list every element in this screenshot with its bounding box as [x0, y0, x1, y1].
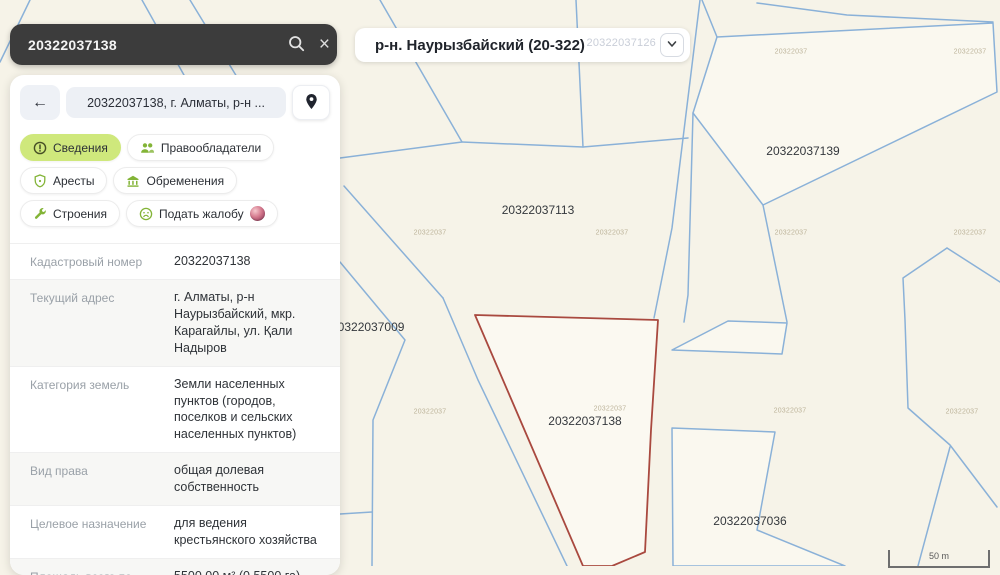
detail-label: Текущий адрес	[30, 291, 115, 306]
detail-value: для ведения крестьянского хозяйства	[174, 515, 317, 547]
district-dropdown-button[interactable]	[660, 33, 684, 57]
search-bar: ×	[10, 24, 337, 65]
tab-obremeneniya[interactable]: Обременения	[113, 167, 238, 194]
parcel-minor-label: 20322037	[945, 408, 979, 416]
detail-value: общая долевая собственность	[174, 463, 265, 495]
detail-label: Вид права	[30, 464, 88, 479]
table-row: Целевое назначение для ведения крестьянс…	[10, 504, 340, 558]
parcel-minor-label: 20322037	[953, 229, 987, 237]
table-row: Текущий адрес г. Алматы, р-н Наурызбайск…	[10, 279, 340, 366]
tab-label: Правообладатели	[160, 140, 262, 155]
parcel-label: 20322037139	[766, 144, 840, 158]
tab-svedeniya[interactable]: Сведения	[20, 134, 121, 161]
location-pin-icon	[304, 93, 319, 113]
tab-aresty[interactable]: Аресты	[20, 167, 108, 194]
chevron-down-icon	[666, 38, 678, 53]
users-icon	[140, 141, 155, 155]
table-row: Вид права общая долевая собственность	[10, 452, 340, 505]
sad-face-icon	[139, 207, 153, 221]
address-pill[interactable]: 20322037138, г. Алматы, р-н ...	[66, 87, 286, 118]
clear-search-button[interactable]: ×	[319, 35, 330, 54]
search-input[interactable]	[10, 36, 281, 53]
detail-label: Целевое назначение	[30, 516, 147, 531]
table-row: Площадь всего по документам 5500.00 м² (…	[10, 557, 340, 575]
parcel-minor-label: 20322037	[774, 48, 808, 56]
back-button[interactable]: ←	[20, 85, 60, 120]
detail-label: Категория земель	[30, 377, 130, 392]
map-scale-bar: 50 m	[888, 550, 990, 568]
tab-pravoobladateli[interactable]: Правообладатели	[126, 134, 275, 161]
parcel-minor-label: 20322037	[413, 229, 447, 237]
parcel-minor-label: 20322037	[774, 229, 808, 237]
bank-icon	[126, 174, 140, 188]
parcel-minor-label: 20322037	[593, 405, 627, 413]
tab-stroeniya[interactable]: Строения	[20, 200, 121, 227]
info-icon	[33, 141, 47, 155]
close-icon: ×	[318, 34, 330, 55]
locate-on-map-button[interactable]	[292, 85, 330, 120]
tab-podat-zhalobu[interactable]: Подать жалобу	[126, 200, 278, 227]
table-row: Категория земель Земли населенных пункто…	[10, 365, 340, 453]
tab-label: Обременения	[146, 173, 225, 188]
parcel-minor-label: 20322037	[595, 229, 629, 237]
parcel-label: 20322037009	[331, 320, 405, 334]
wrench-icon	[33, 207, 47, 221]
detail-value: Земли населенных пунктов (городов, посел…	[174, 376, 297, 442]
parcel-details-panel: ← 20322037138, г. Алматы, р-н ... Сведен…	[10, 75, 340, 575]
tab-label: Аресты	[53, 173, 95, 188]
map-scale-label: 50 m	[928, 551, 949, 561]
search-icon	[288, 35, 305, 55]
shield-icon	[33, 173, 47, 188]
parcel-minor-label: 20322037	[773, 407, 807, 415]
parcel-tabs: Сведения Правообладатели Аресты Обремене…	[20, 134, 332, 227]
parcel-minor-label: 20322037	[953, 48, 987, 56]
parcel-label: 20322037036	[713, 514, 787, 528]
tab-label: Строения	[53, 206, 108, 221]
pleading-emoji-icon	[249, 206, 265, 221]
tab-label: Сведения	[53, 140, 108, 155]
back-arrow-icon: ←	[32, 93, 48, 111]
parcel-details-table: Кадастровый номер 20322037138 Текущий ад…	[10, 243, 340, 575]
parcel-label: 20322037113	[501, 203, 575, 217]
table-row: Кадастровый номер 20322037138	[10, 243, 340, 279]
detail-value: 5500.00 м² (0.5500 га)	[174, 568, 322, 575]
tab-label: Подать жалобу	[159, 206, 244, 221]
district-name: р-н. Наурызбайский (20-322)	[375, 36, 585, 54]
district-select[interactable]: р-н. Наурызбайский (20-322) 20322037126	[355, 28, 690, 62]
detail-label: Кадастровый номер	[30, 255, 143, 269]
detail-label: Площадь всего по документам	[30, 568, 162, 575]
parcel-label-selected: 20322037138	[548, 414, 622, 428]
detail-value: 20322037138	[174, 254, 251, 268]
parcel-minor-label: 20322037	[413, 408, 447, 416]
district-ghost-value: 20322037126	[586, 37, 656, 49]
search-button[interactable]	[288, 35, 305, 55]
detail-value: г. Алматы, р-н Наурызбайский, мкр. Караг…	[174, 290, 296, 355]
